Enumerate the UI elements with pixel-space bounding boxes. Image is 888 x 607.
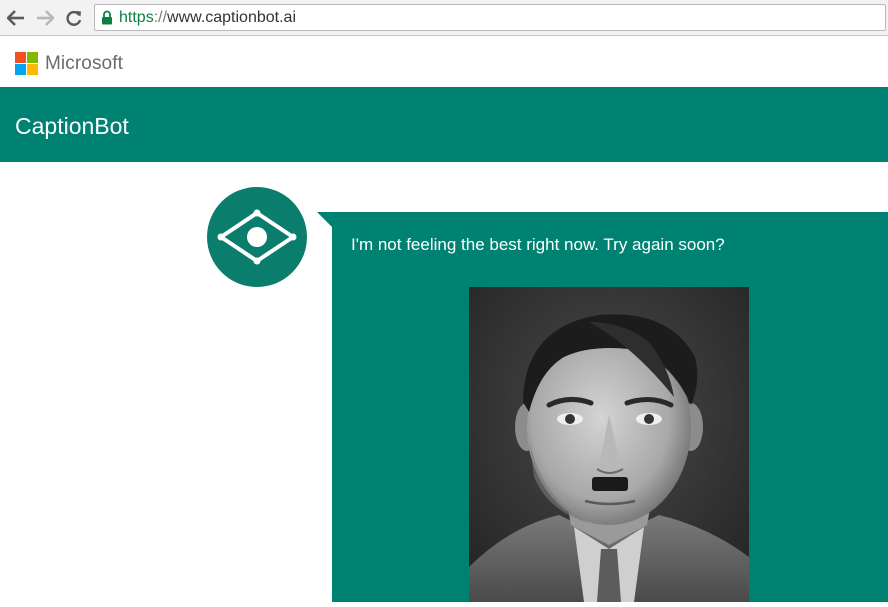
microsoft-logo-icon[interactable] <box>15 52 38 75</box>
chat-bubble: I'm not feeling the best right now. Try … <box>332 212 888 602</box>
app-banner: CaptionBot <box>0 87 888 162</box>
brand-name[interactable]: Microsoft <box>45 53 123 75</box>
back-arrow-icon[interactable] <box>6 8 26 28</box>
bubble-tail <box>317 212 333 228</box>
url-text: https://www.captionbot.ai <box>119 9 296 27</box>
eye-icon <box>217 209 297 265</box>
lock-icon <box>101 10 113 25</box>
address-bar[interactable]: https://www.captionbot.ai <box>94 4 886 31</box>
site-header: Microsoft <box>0 36 888 87</box>
app-title[interactable]: CaptionBot <box>15 113 129 140</box>
url-separator: :// <box>153 8 168 26</box>
uploaded-photo <box>469 287 749 602</box>
url-host: www.captionbot.ai <box>167 8 296 26</box>
forward-arrow-icon[interactable] <box>35 8 55 28</box>
bot-avatar <box>207 187 307 287</box>
url-scheme: https <box>119 8 154 26</box>
browser-toolbar: https://www.captionbot.ai <box>0 0 888 36</box>
reload-icon[interactable] <box>64 8 84 28</box>
bot-message: I'm not feeling the best right now. Try … <box>351 235 725 254</box>
